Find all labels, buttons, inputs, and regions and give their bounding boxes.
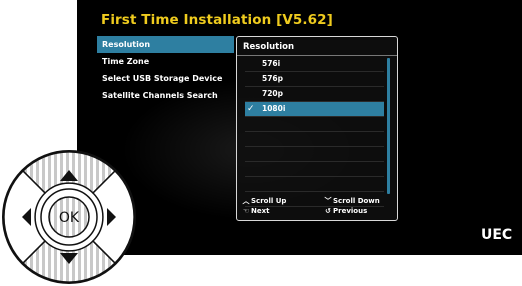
ok-button-label: OK bbox=[59, 210, 80, 226]
hint-next-label: Next bbox=[251, 207, 270, 215]
chevron-up-icon: ︿ bbox=[242, 197, 250, 205]
hint-previous-label: Previous bbox=[333, 207, 368, 215]
resolution-option[interactable]: ✓ 1080i bbox=[245, 102, 384, 117]
menu-item-satellite-search[interactable]: Satellite Channels Search bbox=[97, 87, 234, 104]
remote-dpad: OK bbox=[2, 150, 136, 284]
resolution-option-list: 576i 576p 720p ✓ 1080i bbox=[245, 57, 384, 207]
page-title: First Time Installation [V5.62] bbox=[101, 12, 333, 28]
menu-item-usb-storage[interactable]: Select USB Storage Device bbox=[97, 70, 234, 87]
hint-scroll-up-label: Scroll Up bbox=[251, 197, 287, 205]
menu-item-resolution[interactable]: Resolution bbox=[97, 36, 234, 53]
resolution-option[interactable] bbox=[245, 147, 384, 162]
resolution-option[interactable]: 576p bbox=[245, 72, 384, 87]
panel-divider bbox=[237, 55, 397, 56]
check-icon: ✓ bbox=[247, 104, 255, 114]
menu-item-time-zone[interactable]: Time Zone bbox=[97, 53, 234, 70]
hint-scroll-down-label: Scroll Down bbox=[333, 197, 380, 205]
chevron-down-icon: ﹀ bbox=[324, 197, 332, 205]
resolution-option-label: 720p bbox=[262, 89, 284, 98]
resolution-option[interactable] bbox=[245, 117, 384, 132]
resolution-option[interactable] bbox=[245, 132, 384, 147]
hint-scroll-up: ︿ Scroll Up bbox=[241, 196, 287, 206]
hint-next: ☜ Next bbox=[241, 207, 270, 215]
resolution-option[interactable] bbox=[245, 177, 384, 192]
panel-title: Resolution bbox=[243, 42, 295, 52]
resolution-panel: Resolution 576i 576p 720p ✓ 1080i ︿ Scroll Up… bbox=[236, 36, 398, 221]
resolution-option[interactable]: 576i bbox=[245, 57, 384, 72]
resolution-option-label: 1080i bbox=[262, 104, 286, 113]
back-icon: ↺ bbox=[325, 207, 331, 215]
resolution-option-label: 576i bbox=[262, 59, 281, 68]
settings-menu: Resolution Time Zone Select USB Storage … bbox=[97, 36, 234, 104]
scrollbar[interactable] bbox=[387, 58, 390, 194]
resolution-option[interactable]: 720p bbox=[245, 87, 384, 102]
resolution-option[interactable] bbox=[245, 162, 384, 177]
ok-hand-icon: ☜ bbox=[242, 207, 250, 215]
hint-scroll-down: ﹀ Scroll Down bbox=[323, 196, 380, 206]
resolution-option-label: 576p bbox=[262, 74, 284, 83]
brand-logo: UEC bbox=[481, 227, 513, 243]
hint-previous: ↺ Previous bbox=[323, 207, 367, 215]
